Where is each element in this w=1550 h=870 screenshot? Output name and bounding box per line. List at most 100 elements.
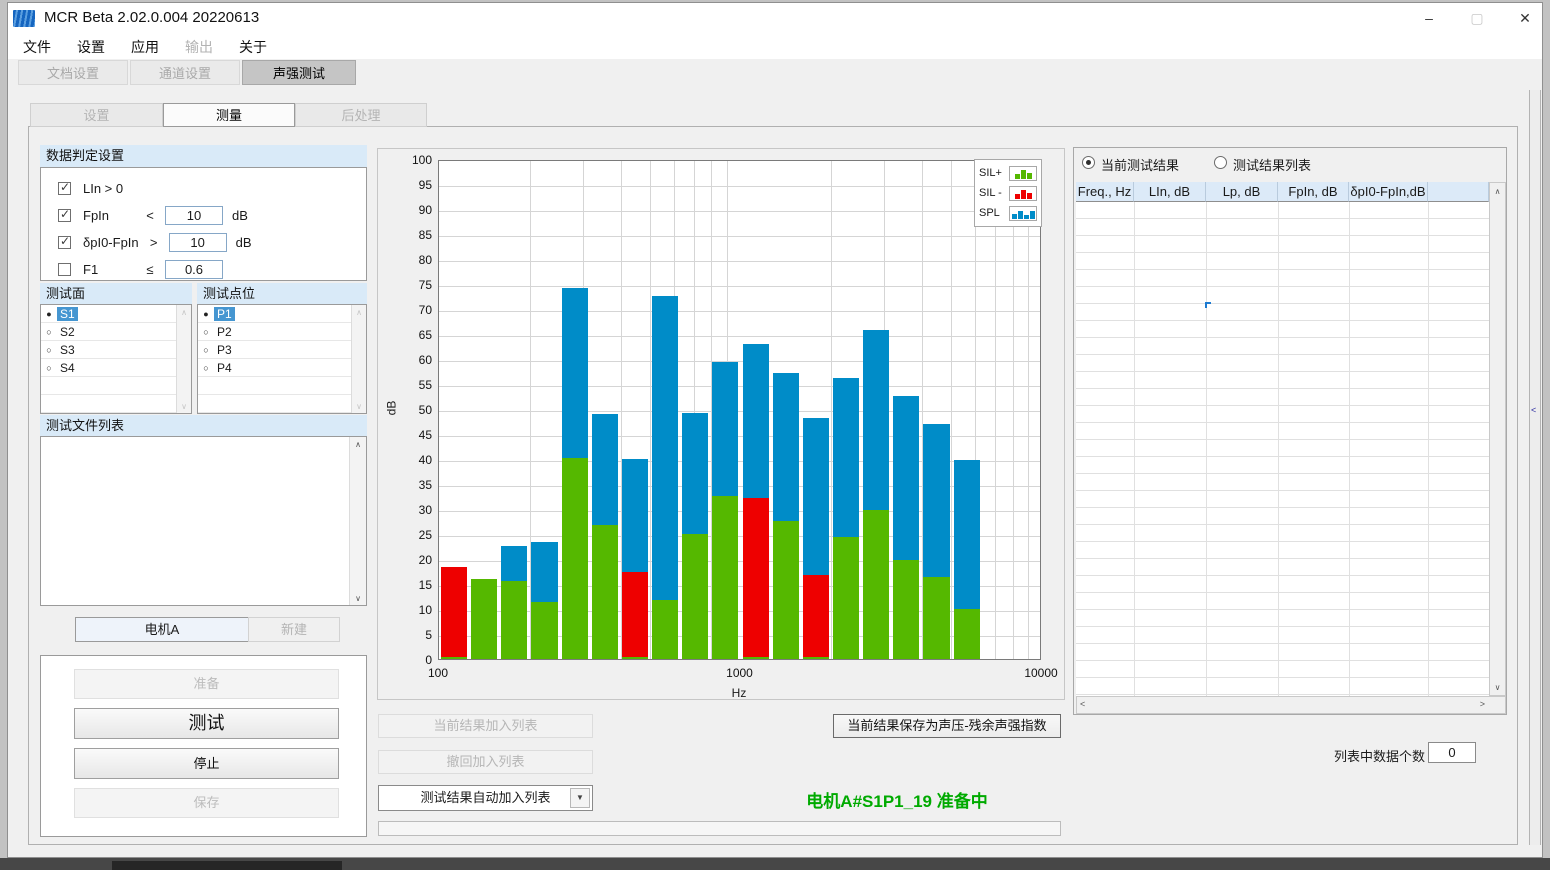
radio-result-list[interactable] bbox=[1214, 156, 1227, 169]
checkbox-3[interactable] bbox=[58, 263, 71, 276]
list-item[interactable]: ○S4 bbox=[41, 359, 191, 377]
y-tick-label: 70 bbox=[392, 303, 432, 317]
scroll-right-icon[interactable]: > bbox=[1480, 699, 1485, 709]
menu-item-2[interactable]: 应用 bbox=[118, 36, 172, 59]
criteria-value-input[interactable]: 10 bbox=[165, 206, 223, 225]
checkbox-2[interactable] bbox=[58, 236, 71, 249]
y-tick-label: 0 bbox=[392, 653, 432, 667]
bar-segment bbox=[773, 373, 799, 521]
list-item[interactable]: ○S2 bbox=[41, 323, 191, 341]
column-header-1: LIn, dB bbox=[1134, 182, 1206, 202]
criteria-operator: ≤ bbox=[135, 262, 165, 277]
bar-segment bbox=[923, 424, 949, 577]
y-tick-label: 10 bbox=[392, 603, 432, 617]
bar-segment bbox=[923, 577, 949, 660]
column-header-0: Freq., Hz bbox=[1076, 182, 1134, 202]
scroll-down-icon: ∨ bbox=[352, 399, 366, 413]
y-tick-label: 40 bbox=[392, 453, 432, 467]
main-tab-2: 声强测试 bbox=[242, 60, 356, 85]
list-item bbox=[198, 395, 366, 413]
checkbox-0[interactable] bbox=[58, 182, 71, 195]
scroll-up-icon: ∧ bbox=[177, 305, 191, 319]
legend-bar bbox=[1015, 194, 1020, 199]
list-item bbox=[41, 395, 191, 413]
status-text: 电机A#S1P1_19 准备中 bbox=[747, 787, 1047, 812]
legend-series-icon bbox=[1009, 166, 1037, 181]
list-item[interactable]: ○P4 bbox=[198, 359, 366, 377]
list-count-input[interactable]: 0 bbox=[1428, 742, 1476, 763]
panel-splitter[interactable]: < bbox=[1529, 90, 1541, 845]
radio-current-result[interactable] bbox=[1082, 156, 1095, 169]
list-scrollbar[interactable]: ∧∨ bbox=[351, 305, 366, 413]
criteria-operator: < bbox=[135, 208, 165, 223]
collapse-left-icon[interactable]: < bbox=[1531, 405, 1536, 415]
y-tick-label: 90 bbox=[392, 203, 432, 217]
criteria-label: FpIn bbox=[83, 208, 135, 223]
menu-item-0[interactable]: 文件 bbox=[10, 36, 64, 59]
list-scrollbar[interactable]: ∧∨ bbox=[176, 305, 191, 413]
list-item[interactable]: ●P1 bbox=[198, 305, 366, 323]
bar-segment bbox=[863, 330, 889, 510]
control-button-2[interactable]: 停止 bbox=[74, 748, 339, 779]
minimize-button[interactable]: – bbox=[1412, 5, 1446, 31]
bar-segment bbox=[622, 572, 648, 657]
control-button-1[interactable]: 测试 bbox=[74, 708, 339, 739]
menu-item-1[interactable]: 设置 bbox=[64, 36, 118, 59]
results-panel: 当前测试结果 测试结果列表 Freq., HzLIn, dBLp, dBFpIn… bbox=[1073, 147, 1507, 715]
sub-tab-1: 测量 bbox=[163, 103, 295, 127]
file-list-scrollbar[interactable]: ∧ ∨ bbox=[349, 437, 366, 605]
criteria-value-input[interactable]: 0.6 bbox=[165, 260, 223, 279]
radio-icon[interactable]: ○ bbox=[198, 327, 214, 337]
scroll-up-icon[interactable]: ∧ bbox=[350, 437, 366, 451]
main-tab-0[interactable]: 文档设置 bbox=[18, 60, 128, 85]
y-tick-label: 100 bbox=[392, 153, 432, 167]
point-list-header: 测试点位 bbox=[197, 283, 367, 304]
plot-area bbox=[438, 160, 1041, 660]
chart-legend: SIL+SIL -SPL bbox=[974, 159, 1042, 227]
radio-selected-icon[interactable]: ● bbox=[41, 309, 57, 319]
sub-tab-0[interactable]: 设置 bbox=[30, 103, 163, 127]
y-tick-label: 5 bbox=[392, 628, 432, 642]
close-button[interactable]: ✕ bbox=[1508, 5, 1542, 31]
chevron-down-icon[interactable]: ▼ bbox=[570, 788, 590, 808]
radio-icon[interactable]: ○ bbox=[198, 345, 214, 355]
list-item[interactable]: ○P3 bbox=[198, 341, 366, 359]
project-tab-motor-a[interactable]: 电机A bbox=[75, 617, 249, 642]
bar-segment bbox=[682, 534, 708, 659]
bar-segment bbox=[592, 525, 618, 659]
y-tick-label: 45 bbox=[392, 428, 432, 442]
results-vertical-scrollbar[interactable]: ∧ ∨ bbox=[1489, 182, 1506, 696]
new-project-button: 新建 bbox=[248, 617, 340, 642]
cursor-mark bbox=[1205, 302, 1211, 308]
sub-tab-2[interactable]: 后处理 bbox=[295, 103, 427, 127]
scroll-left-icon[interactable]: < bbox=[1080, 699, 1085, 709]
main-tab-1[interactable]: 通道设置 bbox=[130, 60, 240, 85]
radio-icon[interactable]: ○ bbox=[41, 327, 57, 337]
criteria-unit: dB bbox=[232, 208, 248, 223]
bar-segment bbox=[954, 460, 980, 609]
progress-bar bbox=[378, 821, 1061, 836]
radio-icon[interactable]: ○ bbox=[41, 345, 57, 355]
bar-segment bbox=[893, 396, 919, 560]
radio-icon[interactable]: ○ bbox=[41, 363, 57, 373]
radio-selected-icon[interactable]: ● bbox=[198, 309, 214, 319]
list-item[interactable]: ●S1 bbox=[41, 305, 191, 323]
column-header-2: Lp, dB bbox=[1206, 182, 1278, 202]
menu-item-4[interactable]: 关于 bbox=[226, 36, 280, 59]
scroll-up-icon[interactable]: ∧ bbox=[1490, 184, 1505, 198]
save-as-reference-button[interactable]: 当前结果保存为声压-残余声强指数 bbox=[833, 714, 1061, 738]
checkbox-1[interactable] bbox=[58, 209, 71, 222]
scroll-down-icon[interactable]: ∨ bbox=[1490, 680, 1505, 694]
criteria-value-input[interactable]: 10 bbox=[169, 233, 227, 252]
radio-icon[interactable]: ○ bbox=[198, 363, 214, 373]
legend-bar bbox=[1024, 215, 1029, 219]
list-item[interactable]: ○S3 bbox=[41, 341, 191, 359]
gridline bbox=[1028, 161, 1029, 659]
auto-add-dropdown[interactable]: 测试结果自动加入列表 ▼ bbox=[378, 785, 593, 811]
scroll-down-icon[interactable]: ∨ bbox=[350, 591, 366, 605]
list-item[interactable]: ○P2 bbox=[198, 323, 366, 341]
bar-segment bbox=[501, 546, 527, 581]
bar-segment bbox=[712, 362, 738, 497]
results-table-header: Freq., HzLIn, dBLp, dBFpIn, dBδpI0-FpIn,… bbox=[1076, 182, 1489, 202]
results-horizontal-scrollbar[interactable]: < > bbox=[1076, 696, 1506, 714]
